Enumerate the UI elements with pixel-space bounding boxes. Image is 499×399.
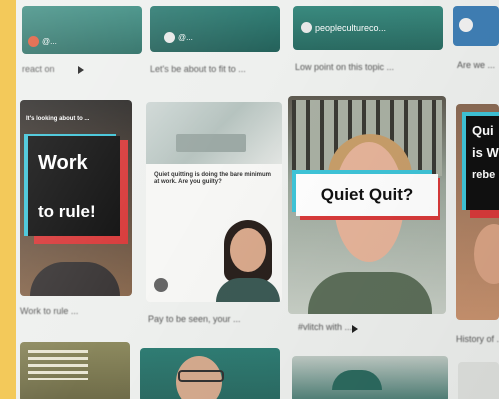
tile-handle: peoplecultureco... xyxy=(301,22,386,33)
video-tile-work-to-rule[interactable]: It's looking about to ... Work to rule! xyxy=(20,100,132,296)
overlay-text-line3: rebe xyxy=(472,169,496,181)
avatar xyxy=(28,36,39,47)
video-caption-top-3[interactable]: Low point on this topic ... xyxy=(295,62,394,72)
glasses xyxy=(178,370,224,382)
bottom-text-block xyxy=(28,350,88,380)
video-tile-bottom-2[interactable] xyxy=(140,348,280,399)
video-tile-article[interactable]: Quiet quitting is doing the bare minimum… xyxy=(146,102,282,302)
video-tile-top-4[interactable] xyxy=(453,6,499,46)
cap xyxy=(332,370,382,390)
office-desk xyxy=(176,134,246,152)
video-caption-top-4[interactable]: Are we ... xyxy=(457,60,495,70)
avatar xyxy=(164,32,175,43)
person-shirt xyxy=(308,272,432,314)
overlay-caption-top: It's looking about to ... xyxy=(26,116,90,122)
video-caption-quiet-quit[interactable]: #vlitch with ... xyxy=(298,322,352,332)
overlay-label-partial: Qui is W rebe xyxy=(466,116,499,210)
avatar xyxy=(459,18,473,32)
video-tile-top-1[interactable]: @... xyxy=(22,6,142,54)
video-tile-top-3[interactable]: peoplecultureco... xyxy=(293,6,443,50)
video-tile-bottom-1[interactable] xyxy=(20,342,130,399)
video-caption-work-to-rule[interactable]: Work to rule ... xyxy=(20,306,78,316)
video-tile-top-2[interactable]: @... xyxy=(150,6,280,52)
woman-shirt xyxy=(216,278,280,302)
overlay-label-work: Work to rule! xyxy=(28,136,120,236)
overlay-text-line1: Qui xyxy=(472,123,494,138)
woman-face xyxy=(230,228,266,272)
overlay-label-quiet-quit: Quiet Quit? xyxy=(296,174,438,216)
video-caption-partial[interactable]: History of ... xyxy=(456,334,499,344)
video-tile-quiet-quit[interactable]: Quiet Quit? xyxy=(288,96,446,314)
video-grid-screen: @... react on @... Let's be about to fit… xyxy=(16,0,499,399)
video-caption-top-2[interactable]: Let's be about to fit to ... xyxy=(150,64,246,74)
video-tile-partial[interactable]: Qui is W rebe xyxy=(456,104,499,320)
video-tile-bottom-3[interactable] xyxy=(292,356,448,399)
overlay-text-work: Work xyxy=(38,152,88,174)
article-text: Quiet quitting is doing the bare minimum… xyxy=(154,172,271,185)
office-photo xyxy=(146,102,282,164)
avatar xyxy=(301,22,312,33)
play-icon xyxy=(352,325,358,333)
tile-handle: @... xyxy=(164,32,193,43)
play-icon xyxy=(78,66,84,74)
avatar xyxy=(154,278,168,292)
person-face xyxy=(474,224,499,284)
overlay-text-to-rule: to rule! xyxy=(38,202,96,221)
person-shirt xyxy=(30,262,120,296)
video-tile-bottom-4[interactable] xyxy=(458,362,499,399)
video-caption-article[interactable]: Pay to be seen, your ... xyxy=(148,314,241,324)
tile-handle: @... xyxy=(28,36,57,47)
video-caption-top-1[interactable]: react on xyxy=(22,64,55,74)
overlay-text-line2: is W xyxy=(472,145,499,160)
